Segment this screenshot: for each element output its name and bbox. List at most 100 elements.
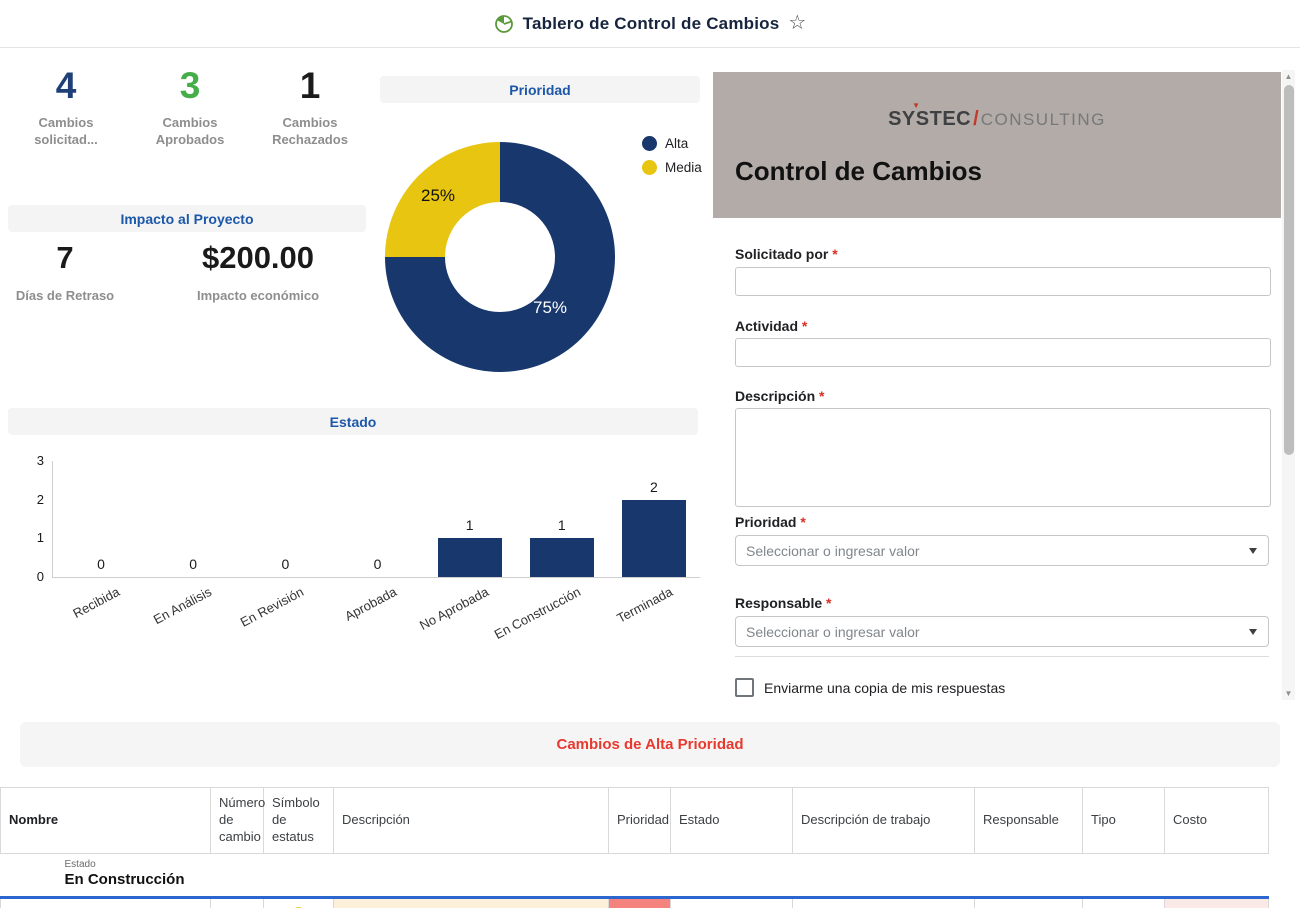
form-scrollbar[interactable]: ▲ ▼: [1282, 70, 1295, 700]
cell-responsable: Angélica Reyes: [975, 897, 1083, 908]
chevron-down-icon: [1249, 629, 1257, 635]
responsable-select[interactable]: Seleccionar o ingresar valor: [735, 616, 1269, 647]
col-header-tipo: Tipo: [1083, 788, 1165, 854]
group-label: Estado: [65, 859, 1261, 870]
actividad-input[interactable]: [735, 338, 1271, 367]
x-axis-label: Recibida: [18, 584, 122, 649]
group-value: En Construcción: [65, 871, 1261, 888]
x-axis-label: En Construcción: [479, 584, 583, 649]
cell-prioridad: Alta: [609, 897, 671, 908]
cell-descripcion: Paralización por afectación de lluvias: [334, 897, 609, 908]
cell-numero: CC12: [211, 897, 264, 908]
x-axis-label: En Revisión: [202, 584, 306, 649]
prioridad-chart-panel: Prioridad 75% 25% Alta Media: [378, 70, 706, 405]
prioridad-select[interactable]: Seleccionar o ingresar valor: [735, 535, 1269, 566]
bar: [622, 500, 686, 577]
impacto-economico: $200.00 Impacto económico: [168, 240, 348, 305]
y-axis-tick: 1: [18, 530, 44, 545]
copy-checkbox-label: Enviarme una copia de mis respuestas: [764, 680, 1005, 696]
bar-value-label: 1: [450, 517, 490, 533]
form-title: Control de Cambios: [735, 156, 982, 187]
solicitado-por-input[interactable]: [735, 267, 1271, 296]
kpi-value: 4: [8, 66, 124, 107]
scroll-down-icon[interactable]: ▼: [1282, 687, 1295, 700]
estado-bar-chart: 01230Recibida0En Análisis0En Revisión0Ap…: [0, 405, 706, 665]
control-de-cambios-form: ▼SYSTEC/CONSULTING Control de Cambios So…: [713, 68, 1295, 713]
col-header-estado: Estado: [671, 788, 793, 854]
impact-value: $200.00: [168, 240, 348, 276]
col-header-costo: Costo: [1165, 788, 1269, 854]
donut-slice-label-alta: 75%: [533, 298, 567, 318]
field-label-responsable: Responsable *: [735, 595, 831, 611]
donut-slice-label-media: 25%: [421, 186, 455, 206]
systec-logo: ▼SYSTEC/CONSULTING: [713, 108, 1281, 131]
bar: [438, 538, 502, 577]
scrollbar-thumb[interactable]: [1284, 85, 1294, 455]
chart-legend: Alta Media: [642, 136, 702, 175]
impact-label: Impacto económico: [168, 288, 348, 305]
copy-checkbox[interactable]: [735, 678, 754, 697]
table-row[interactable]: Paro parcial de actividaes CC12 Paraliza…: [1, 897, 1269, 908]
impact-label: Días de Retraso: [15, 288, 115, 305]
group-row: Estado En Construcción: [1, 853, 1269, 897]
col-header-prioridad: Prioridad: [609, 788, 671, 854]
y-axis-tick: 0: [18, 569, 44, 584]
cell-descripcion-trabajo: Resguardar el material y: [793, 897, 975, 908]
cambios-table: Nombre Número de cambio Símbolo de estat…: [0, 787, 1269, 908]
cell-costo: US$640.00: [1165, 897, 1269, 908]
col-header-descripcion: Descripción: [334, 788, 609, 854]
bar-value-label: 0: [358, 556, 398, 572]
kpi-cambios-rechazados: 1 Cambios Rechazados: [252, 66, 368, 148]
scroll-up-icon[interactable]: ▲: [1282, 70, 1295, 83]
x-axis-label: No Aprobada: [387, 584, 491, 649]
bar-value-label: 0: [81, 556, 121, 572]
dias-de-retraso: 7 Días de Retraso: [15, 240, 115, 305]
form-header-banner: ▼SYSTEC/CONSULTING Control de Cambios: [713, 72, 1281, 218]
chevron-down-icon: [1249, 548, 1257, 554]
dashboard-root: Tablero de Control de Cambios ☆ 4 Cambio…: [0, 0, 1300, 908]
y-axis-tick: 3: [18, 453, 44, 468]
bar-value-label: 1: [542, 517, 582, 533]
x-axis-label: Terminada: [571, 584, 675, 649]
field-label-actividad: Actividad *: [735, 318, 807, 334]
legend-item-media: Media: [642, 160, 702, 175]
alta-prioridad-section: Cambios de Alta Prioridad: [20, 722, 1280, 767]
legend-item-alta: Alta: [642, 136, 702, 151]
y-axis-line: [52, 461, 53, 577]
col-header-descripcion-trabajo: Descripción de trabajo: [793, 788, 975, 854]
prioridad-donut: 75% 25%: [385, 142, 615, 372]
donut-hole: [445, 202, 555, 312]
page-header: Tablero de Control de Cambios ☆: [0, 0, 1300, 48]
kpi-value: 3: [132, 66, 248, 107]
legend-swatch-alta: [642, 136, 657, 151]
cell-nombre: Paro parcial de actividaes: [1, 897, 211, 908]
bar-value-label: 2: [634, 479, 674, 495]
cell-tipo: Afectaciones: [1083, 897, 1165, 908]
field-label-prioridad: Prioridad *: [735, 514, 806, 530]
x-axis-label: Aprobada: [294, 584, 398, 649]
col-header-simbolo: Símbolo de estatus: [264, 788, 334, 854]
copy-checkbox-row: Enviarme una copia de mis respuestas: [735, 678, 1005, 697]
x-axis-label: En Análisis: [110, 584, 214, 649]
descripcion-textarea[interactable]: [735, 408, 1271, 507]
bar-value-label: 0: [173, 556, 213, 572]
x-axis-line: [52, 577, 700, 578]
impact-value: 7: [15, 240, 115, 276]
legend-swatch-media: [642, 160, 657, 175]
cell-estado: En Construcción: [671, 897, 793, 908]
form-divider: [735, 656, 1269, 657]
kpi-label: Cambios Rechazados: [252, 115, 368, 149]
kpi-value: 1: [252, 66, 368, 107]
estado-chart-panel: Estado 01230Recibida0En Análisis0En Revi…: [0, 405, 706, 665]
cell-simbolo: [264, 897, 334, 908]
field-label-descripcion: Descripción *: [735, 388, 824, 404]
field-label-solicitado-por: Solicitado por *: [735, 246, 838, 262]
prioridad-panel-title: Prioridad: [380, 76, 700, 103]
col-header-responsable: Responsable: [975, 788, 1083, 854]
star-icon[interactable]: ☆: [788, 13, 806, 33]
table-header-row: Nombre Número de cambio Símbolo de estat…: [1, 788, 1269, 854]
kpi-label: Cambios Aprobados: [132, 115, 248, 149]
col-header-numero: Número de cambio: [211, 788, 264, 854]
y-axis-tick: 2: [18, 492, 44, 507]
impacto-panel-title: Impacto al Proyecto: [8, 205, 366, 232]
